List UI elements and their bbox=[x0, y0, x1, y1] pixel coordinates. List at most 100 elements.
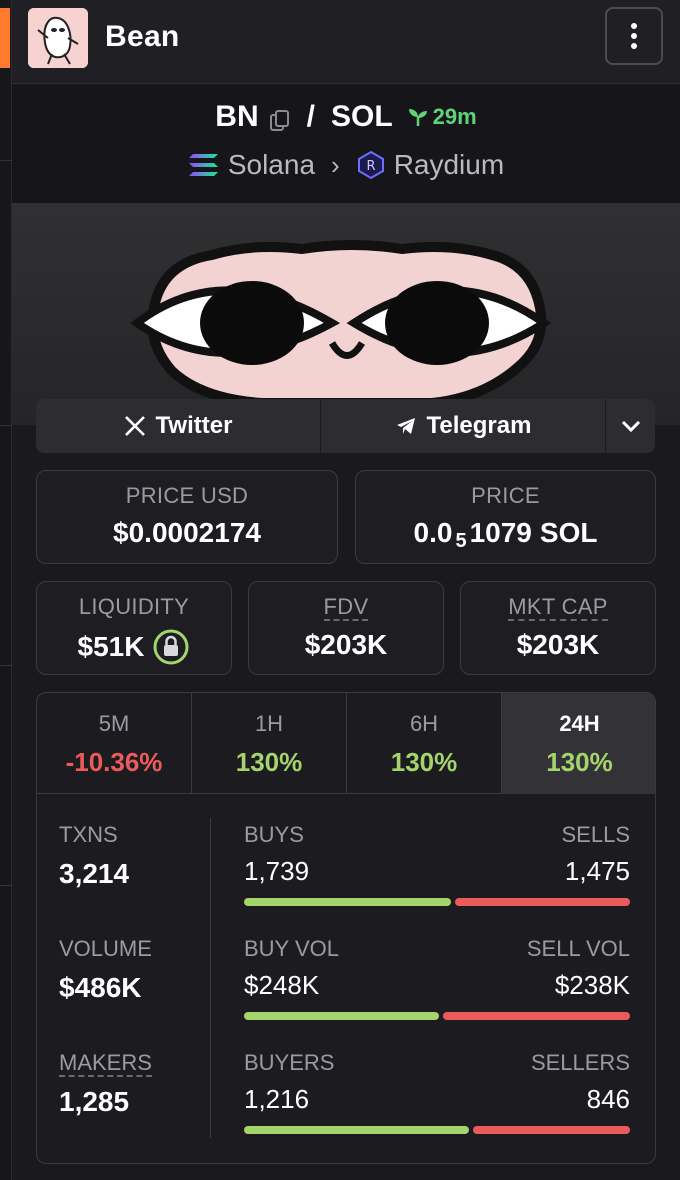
fdv-label[interactable]: FDV bbox=[323, 595, 369, 622]
seedling-icon bbox=[408, 109, 427, 126]
liquidity-label: LIQUIDITY bbox=[78, 594, 190, 619]
price-change: 130% bbox=[390, 747, 458, 777]
chevron-down-icon bbox=[621, 420, 640, 433]
mkt-cap-value: $203K bbox=[516, 629, 600, 661]
makers-label[interactable]: MAKERS bbox=[59, 1051, 152, 1078]
more-socials-button[interactable] bbox=[606, 399, 655, 453]
tab-5m[interactable]: 5M -10.36% bbox=[37, 693, 192, 794]
buys-sells-ratio: BUYS SELLS 1,739 1,475 bbox=[244, 822, 630, 932]
svg-text:R: R bbox=[366, 159, 375, 174]
quote-symbol: SOL bbox=[330, 100, 393, 133]
stats-divider bbox=[210, 818, 211, 1138]
txns-value: 3,214 bbox=[59, 858, 130, 889]
sidebar-divider bbox=[0, 885, 12, 886]
token-panel: Bean BN / SOL 29m Solana › R Raydium Twi… bbox=[12, 0, 680, 1180]
copy-icon[interactable] bbox=[269, 106, 291, 131]
tab-label: 1H bbox=[254, 711, 284, 736]
social-links: Twitter Telegram bbox=[36, 399, 655, 453]
sells-value: 1,475 bbox=[564, 856, 630, 886]
makers-value: 1,285 bbox=[59, 1086, 130, 1117]
token-banner-image bbox=[12, 203, 680, 425]
sell-bar bbox=[473, 1126, 630, 1134]
twitter-button[interactable]: Twitter bbox=[36, 399, 321, 453]
trading-stats-panel: 5M -10.36% 1H 130% 6H 130% 24H 130% TXNS… bbox=[36, 692, 656, 1164]
liquidity-value: $51K bbox=[77, 631, 145, 662]
chain-breadcrumb: Solana › R Raydium bbox=[12, 149, 680, 181]
sidebar-active-indicator bbox=[0, 8, 10, 68]
price-native-unit: SOL bbox=[539, 517, 598, 548]
token-name: Bean bbox=[105, 20, 180, 53]
lock-icon[interactable] bbox=[152, 628, 190, 666]
sidebar-divider bbox=[0, 425, 12, 426]
token-banner-illustration bbox=[130, 240, 552, 408]
fdv-value: $203K bbox=[304, 629, 388, 661]
more-options-button[interactable] bbox=[605, 7, 663, 65]
tab-24h[interactable]: 24H 130% bbox=[502, 693, 655, 794]
sidebar-divider bbox=[0, 665, 12, 666]
buyers-sellers-ratio: BUYERS SELLERS 1,216 846 bbox=[244, 1050, 630, 1160]
base-symbol: BN bbox=[215, 100, 259, 133]
pair-info: BN / SOL 29m Solana › R Raydium bbox=[12, 85, 680, 203]
price-usd-value: $0.0002174 bbox=[113, 517, 261, 548]
period-tabs: 5M -10.36% 1H 130% 6H 130% 24H 130% bbox=[37, 693, 655, 794]
telegram-icon bbox=[396, 418, 415, 434]
price-native-value: 0.0 5 1079 SOL bbox=[356, 517, 655, 552]
buys-label: BUYS bbox=[244, 822, 304, 847]
buy-bar bbox=[244, 1126, 469, 1134]
pair-age: 29m bbox=[407, 104, 477, 130]
kebab-menu-icon-dot bbox=[631, 43, 637, 49]
sell-vol-label: SELL VOL bbox=[526, 936, 630, 961]
buy-vol-label: BUY VOL bbox=[244, 936, 339, 961]
price-native-label: PRICE bbox=[471, 483, 540, 508]
volume-label: VOLUME bbox=[59, 936, 152, 961]
buy-bar bbox=[244, 898, 451, 906]
buyers-label: BUYERS bbox=[244, 1050, 335, 1075]
tab-label: 5M bbox=[98, 711, 130, 736]
sellers-value: 846 bbox=[586, 1084, 630, 1114]
sells-label: SELLS bbox=[561, 822, 631, 847]
volume-ratio: BUY VOL SELL VOL $248K $238K bbox=[244, 936, 630, 1046]
price-native-zero-count: 5 bbox=[455, 529, 467, 552]
price-native-digits: 1079 bbox=[469, 517, 532, 548]
token-header: Bean bbox=[12, 0, 680, 84]
buys-sells-bar bbox=[244, 898, 630, 906]
bean-character-icon bbox=[28, 8, 88, 68]
buys-value: 1,739 bbox=[244, 856, 310, 886]
price-usd-label: PRICE USD bbox=[125, 483, 249, 508]
tab-label: 6H bbox=[409, 711, 439, 736]
chain-link[interactable]: Solana bbox=[228, 149, 315, 181]
tab-label: 24H bbox=[559, 711, 600, 736]
price-change: 130% bbox=[235, 747, 303, 777]
liquidity-value-row: $51K bbox=[37, 628, 231, 666]
dex-link[interactable]: Raydium bbox=[394, 149, 504, 181]
chevron-right-icon: › bbox=[331, 149, 340, 180]
left-sidebar-strip bbox=[0, 0, 12, 1180]
fdv-card: FDV $203K bbox=[248, 581, 444, 675]
sellers-label: SELLERS bbox=[530, 1050, 630, 1075]
price-change: 130% bbox=[546, 747, 613, 777]
pair-age-value: 29m bbox=[432, 104, 477, 129]
price-change: -10.36% bbox=[65, 747, 163, 777]
price-usd-card: PRICE USD $0.0002174 bbox=[36, 470, 338, 564]
sell-vol-value: $238K bbox=[554, 970, 630, 1000]
tab-1h[interactable]: 1H 130% bbox=[192, 693, 347, 794]
telegram-button[interactable]: Telegram bbox=[321, 399, 606, 453]
token-avatar bbox=[28, 8, 88, 68]
mkt-cap-label[interactable]: MKT CAP bbox=[508, 595, 608, 622]
solana-icon bbox=[188, 154, 218, 176]
sell-bar bbox=[455, 898, 630, 906]
tab-6h[interactable]: 6H 130% bbox=[347, 693, 502, 794]
mkt-cap-card: MKT CAP $203K bbox=[460, 581, 656, 675]
kebab-menu-icon-dot bbox=[631, 33, 637, 39]
buyers-value: 1,216 bbox=[244, 1084, 310, 1114]
x-logo-icon bbox=[124, 416, 145, 436]
twitter-label: Twitter bbox=[155, 412, 233, 439]
sidebar-divider bbox=[0, 160, 12, 161]
pair-separator: / bbox=[306, 100, 315, 133]
kebab-menu-icon bbox=[631, 23, 637, 29]
volume-bar bbox=[244, 1012, 630, 1020]
price-native-prefix: 0.0 bbox=[413, 517, 453, 548]
sell-bar bbox=[443, 1012, 630, 1020]
telegram-label: Telegram bbox=[426, 412, 532, 439]
liquidity-card: LIQUIDITY $51K bbox=[36, 581, 232, 675]
